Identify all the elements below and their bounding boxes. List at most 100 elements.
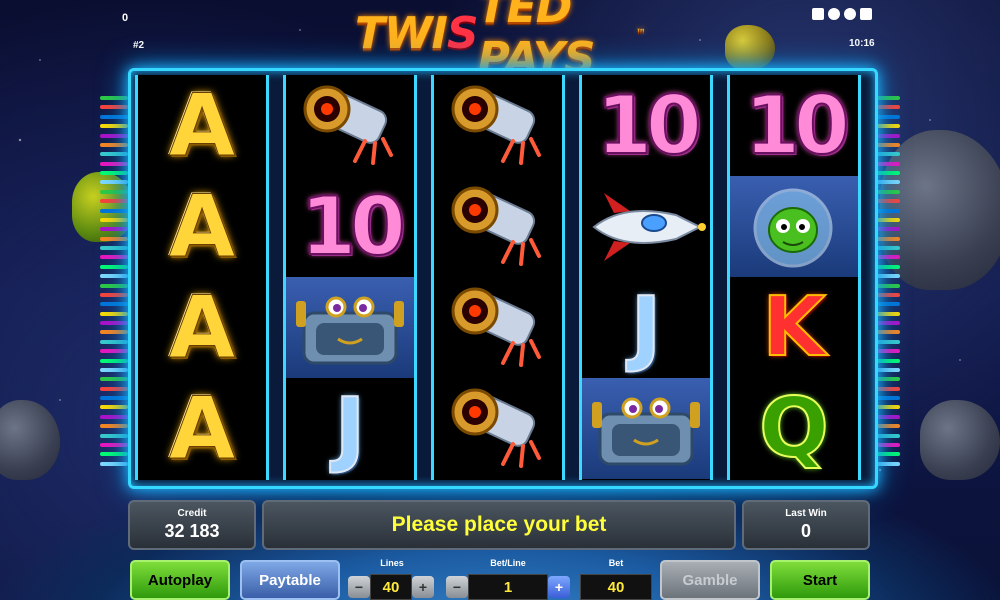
rocket-eye-icon [286,75,414,176]
payline-tab [100,199,128,204]
bet-value: 40 [580,574,652,600]
credit-value: 32 183 [164,521,220,541]
payline-tab [100,367,128,372]
status-message: Please place your bet [391,513,607,536]
symbol-a: A [138,176,266,277]
rocket-eye-icon [451,287,541,367]
reel-5: 10 K Q [727,75,861,480]
symbol-letter: Q [758,380,830,476]
symbol-j: J [286,378,414,479]
symbol-letter: K [761,279,827,375]
start-button[interactable]: Start [770,560,870,600]
clock: 10:16 [849,38,875,49]
payline-tab [100,227,128,232]
payline-tab [100,180,128,185]
effects-icon[interactable] [844,8,856,20]
spaceship-icon [592,192,706,261]
payline-tab [100,133,128,138]
symbol-j: J [582,277,710,378]
payline-tab [100,311,128,316]
bet-line-decrease-button[interactable]: − [446,576,468,598]
top-left-value: 0 [122,12,129,24]
payline-tab [100,246,128,250]
alien-icon [730,176,858,277]
payline-tab [100,377,128,382]
robot-crab-icon [296,296,404,364]
payline-tab [100,349,128,354]
logo-twist: S [446,7,479,59]
bet-line-increase-button[interactable]: + [548,576,570,598]
gamble-button[interactable]: Gamble [660,560,760,600]
rocket-eye-icon [434,75,562,176]
asteroid [725,25,775,70]
payline-tab [100,264,128,269]
payline-tab [100,414,128,419]
payline-tab [100,152,128,157]
credit-label: Credit [177,508,207,519]
symbol-10: 10 [286,176,414,277]
bet-line-stepper[interactable]: − 1 + [446,574,570,600]
paytable-button[interactable]: Paytable [240,560,340,600]
robot-crab-icon [286,277,414,378]
payline-tab [100,442,128,447]
symbol-k: K [730,277,858,378]
symbol-letter: 10 [743,78,850,172]
symbol-letter: J [630,279,662,375]
payline-tab [100,358,128,363]
autoplay-button[interactable]: Autoplay [130,560,230,600]
message-panel: Please place your bet [262,500,736,550]
rocket-eye-icon [451,85,541,165]
music-icon[interactable] [828,8,840,20]
reel-3 [431,75,565,480]
payline-tab [100,255,128,260]
symbol-letter: 10 [595,78,702,172]
last-win-panel: Last Win 0 [742,500,870,550]
alien-icon [753,188,833,267]
symbol-letter: A [168,75,236,176]
payline-tab [100,161,128,166]
last-win-value: 0 [800,521,811,541]
rocket-eye-icon [434,378,562,479]
payline-tab [100,171,128,175]
asteroid [920,400,1000,480]
payline-tab [100,236,128,241]
payline-tab [100,330,128,335]
rocket-eye-icon [434,277,562,378]
symbol-letter: J [334,380,366,476]
bet-display: 40 [580,574,652,600]
reel-frame: AAAA 10 J 10 J 10 K Q [128,68,878,489]
lines-increase-button[interactable]: + [412,576,434,598]
lines-stepper[interactable]: − 40 + [348,574,434,600]
rocket-eye-icon [451,388,541,468]
payline-tab [100,124,128,129]
payline-tab [100,283,128,288]
payline-tab [100,396,128,400]
settings-icons[interactable] [812,8,882,22]
payline-markers-left [100,96,128,466]
symbol-q: Q [730,378,858,479]
symbol-a: A [138,75,266,176]
payline-tab [100,114,128,119]
payline-tab [100,302,128,307]
payline-tab [100,452,128,457]
rocket-eye-icon [303,85,393,165]
sound-icon[interactable] [812,8,824,20]
rocket-eye-icon [434,176,562,277]
symbol-letter: 10 [299,179,406,273]
logo-prefix: TWI [355,7,448,59]
payline-tab [100,339,128,344]
payline-tab [100,386,128,391]
symbol-letter: A [168,277,236,378]
payline-tab [100,208,128,213]
trademark: ™ [636,27,646,39]
lines-label: Lines [380,558,404,568]
lines-decrease-button[interactable]: − [348,576,370,598]
game-logo: TWI S TED PAYS ™ [355,0,646,84]
fullscreen-icon[interactable] [860,8,872,20]
credit-panel: Credit 32 183 [128,500,256,550]
symbol-a: A [138,378,266,479]
spaceship-icon [582,176,710,277]
reel-2: 10 J [283,75,417,480]
symbol-10: 10 [582,75,710,176]
game-number: #2 [133,40,145,51]
